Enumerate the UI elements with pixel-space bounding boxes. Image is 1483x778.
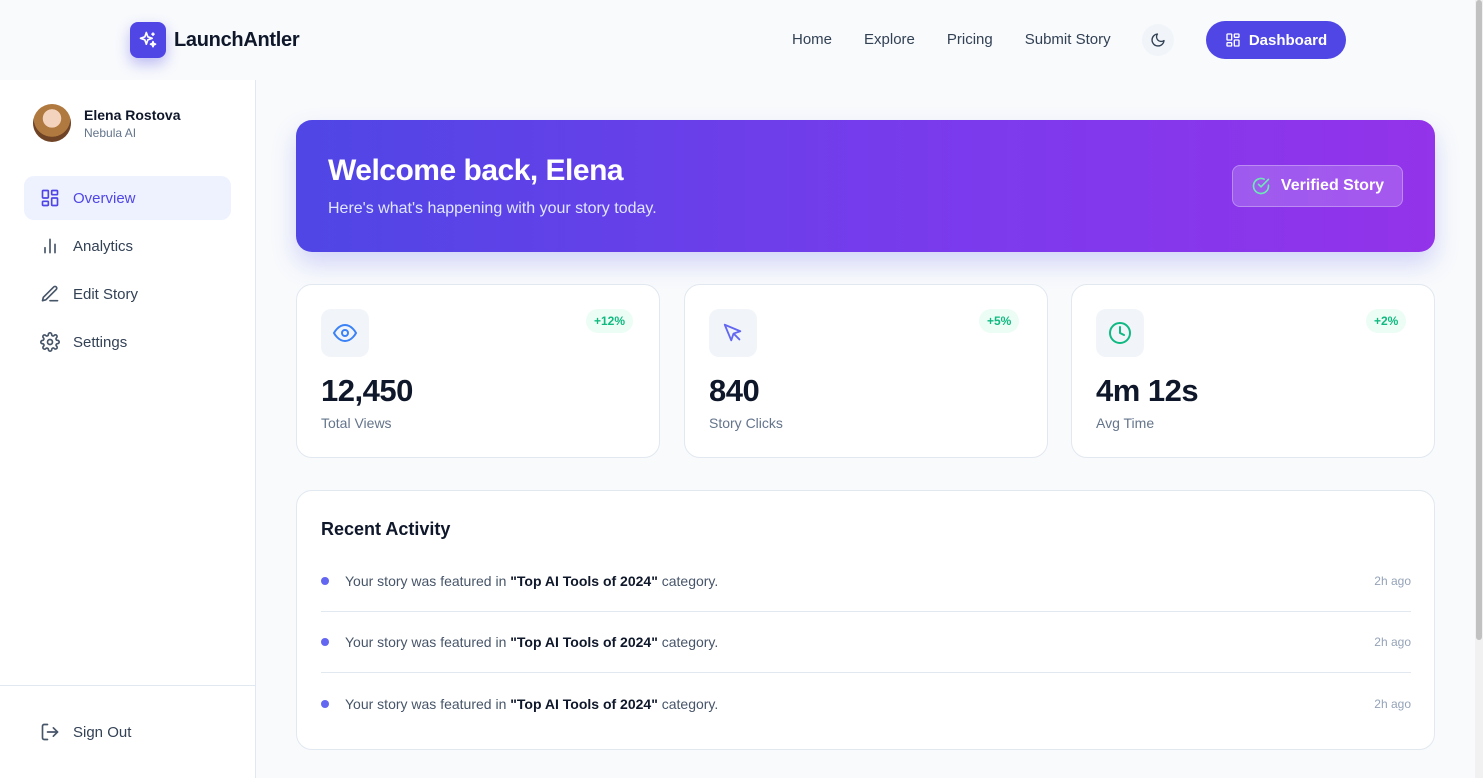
activity-text: Your story was featured in "Top AI Tools… [345,634,718,650]
activity-prefix: Your story was featured in [345,695,511,712]
clock-icon [1096,309,1144,357]
change-badge: +5% [979,309,1020,333]
stat-label: Avg Time [1096,415,1155,431]
activity-time: 2h ago [1374,696,1411,711]
user-profile[interactable]: Elena Rostova Nebula AI [33,104,180,142]
activity-prefix: Your story was featured in [345,634,511,650]
nav-link-pricing[interactable]: Pricing [947,31,993,48]
verified-story-badge: Verified Story [1232,165,1403,207]
pen-icon [41,285,59,302]
nav-link-home[interactable]: Home [792,31,832,48]
change-badge: +12% [586,309,634,333]
top-navbar: LaunchAntler Home Explore Pricing Submit… [0,0,1475,80]
activity-text: Your story was featured in "Top AI Tools… [345,696,718,712]
activity-text: Your story was featured in "Top AI Tools… [345,573,718,589]
activity-highlight: "Top AI Tools of 2024" [510,634,658,650]
sidebar-item-label: Edit Story [73,285,139,303]
sign-out-label: Sign Out [73,723,132,741]
user-org: Nebula AI [84,125,137,140]
stat-card-story-clicks: +5% 840 Story Clicks [684,284,1048,458]
recent-activity-panel: Recent Activity Your story was featured … [296,490,1435,750]
change-badge: +2% [1366,309,1407,333]
sparkles-icon [130,22,166,58]
log-out-icon [41,723,59,741]
dashboard-button[interactable]: Dashboard [1206,21,1346,59]
check-circle-icon [1252,177,1270,195]
sidebar-item-overview[interactable]: Overview [24,176,231,220]
stat-value: 4m 12s [1096,373,1199,408]
stat-card-avg-time: +2% 4m 12s Avg Time [1071,284,1435,458]
sign-out-button[interactable]: Sign Out [24,710,231,754]
activity-prefix: Your story was featured in [345,573,511,589]
welcome-subtitle: Here's what's happening with your story … [328,200,657,217]
list-item[interactable]: Your story was featured in "Top AI Tools… [321,673,1411,734]
avatar [33,104,71,142]
sidebar: Elena Rostova Nebula AI Overview Analyti… [0,80,256,778]
page-scrollbar[interactable] [1475,0,1483,778]
recent-activity-title: Recent Activity [321,519,451,539]
moon-icon [1151,33,1165,47]
sidebar-item-label: Settings [73,333,128,351]
list-item[interactable]: Your story was featured in "Top AI Tools… [321,612,1411,673]
stat-value: 12,450 [321,373,413,408]
bullet-dot [321,577,329,585]
activity-suffix: category. [657,634,719,650]
bar-chart-icon [44,238,56,254]
list-item[interactable]: Your story was featured in "Top AI Tools… [321,551,1411,612]
grid-icon [1226,33,1240,47]
stat-label: Total Views [321,415,392,431]
nav-link-explore[interactable]: Explore [864,31,915,48]
stat-label: Story Clicks [709,415,783,431]
eye-icon [321,309,369,357]
sidebar-item-settings[interactable]: Settings [24,320,231,364]
cursor-icon [709,309,757,357]
activity-highlight: "Top AI Tools of 2024" [510,573,658,589]
activity-time: 2h ago [1374,574,1411,588]
activity-suffix: category. [657,573,719,589]
welcome-banner: Welcome back, Elena Here's what's happen… [296,120,1435,252]
nav-link-submit-story[interactable]: Submit Story [1025,31,1111,48]
verified-story-label: Verified Story [1280,177,1385,194]
sidebar-item-label: Analytics [73,237,134,255]
scrollbar-thumb[interactable] [1476,0,1482,640]
stat-card-total-views: +12% 12,450 Total Views [296,284,660,458]
stat-value: 840 [709,373,760,408]
sidebar-item-analytics[interactable]: Analytics [24,224,231,268]
sidebar-item-edit-story[interactable]: Edit Story [24,272,231,316]
bullet-dot [321,638,329,646]
dashboard-button-label: Dashboard [1248,31,1328,49]
grid-icon [41,189,59,207]
user-name: Elena Rostova [84,106,181,123]
gear-icon [40,332,60,352]
sidebar-divider [0,685,255,686]
activity-highlight: "Top AI Tools of 2024" [510,695,658,712]
bullet-dot [321,699,329,708]
brand[interactable]: LaunchAntler [130,22,300,58]
activity-time: 2h ago [1374,635,1411,649]
activity-suffix: category. [657,695,719,712]
welcome-title: Welcome back, Elena [328,154,624,187]
brand-name: LaunchAntler [174,28,300,51]
sidebar-item-label: Overview [73,189,136,207]
theme-toggle-button[interactable] [1142,24,1174,56]
main-nav: Home Explore Pricing Submit Story [792,31,1143,48]
